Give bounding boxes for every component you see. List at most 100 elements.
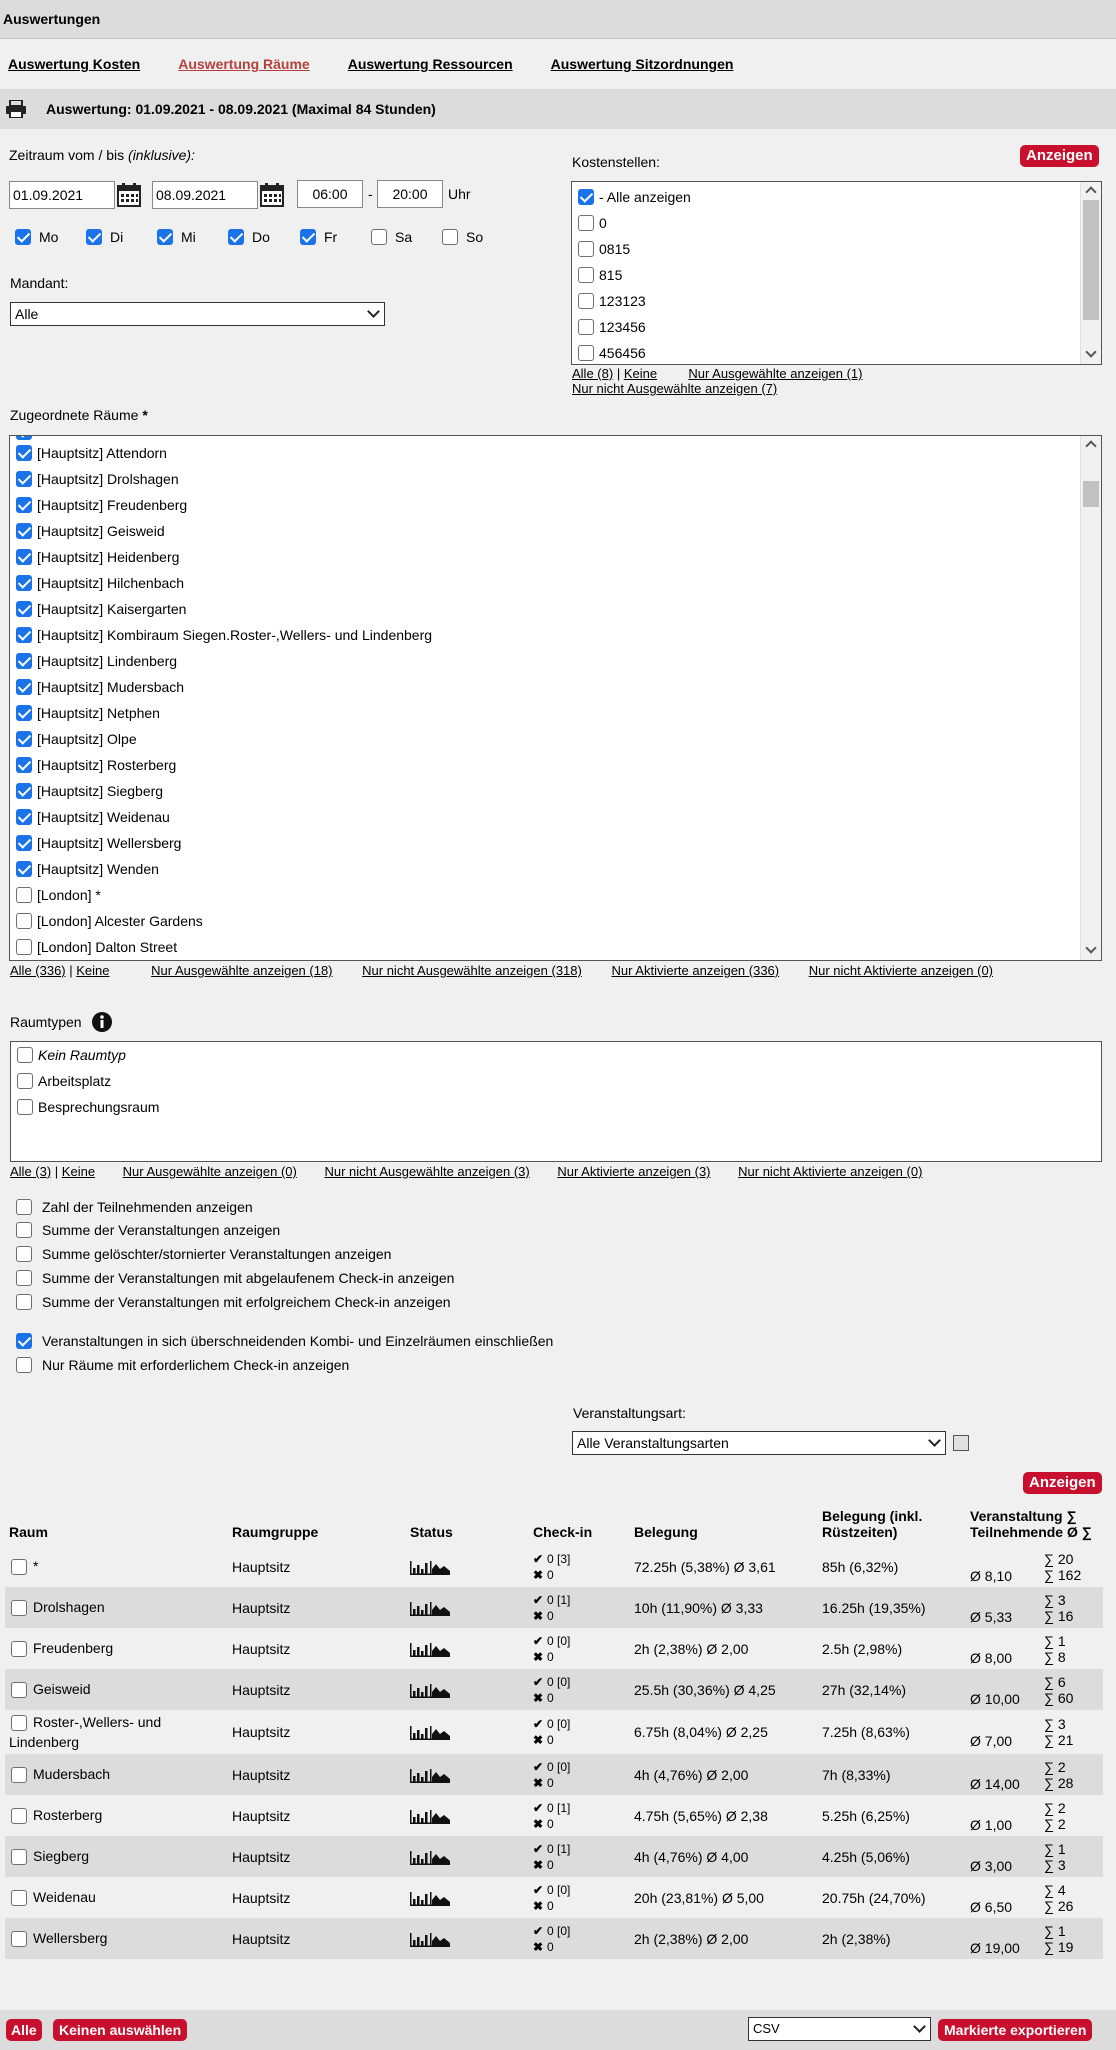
- checkbox[interactable]: [16, 1222, 32, 1238]
- to-time-input[interactable]: 20:00: [377, 180, 443, 208]
- calendar-icon[interactable]: [117, 183, 141, 207]
- list-item[interactable]: 0815: [572, 236, 1101, 262]
- checkbox[interactable]: [300, 229, 316, 245]
- row-checkbox[interactable]: [11, 1767, 27, 1784]
- tab-ressourcen[interactable]: Auswertung Ressourcen: [348, 56, 513, 72]
- cost-none-link[interactable]: Keine: [624, 366, 657, 381]
- checkbox[interactable]: [16, 653, 32, 669]
- list-item[interactable]: 0: [572, 210, 1101, 236]
- chevron-down-icon[interactable]: [1085, 942, 1097, 954]
- list-item[interactable]: [Hauptsitz] Hilchenbach: [10, 570, 1081, 596]
- list-item[interactable]: [Hauptsitz] Rosterberg: [10, 752, 1081, 778]
- row-checkbox[interactable]: [11, 1715, 27, 1732]
- checkbox[interactable]: [16, 835, 32, 851]
- option-required-checkin[interactable]: Nur Räume mit erforderlichem Check-in an…: [16, 1357, 349, 1373]
- rooms-all-link[interactable]: Alle (336): [10, 963, 66, 978]
- list-item[interactable]: 456456: [572, 340, 1101, 364]
- area-chart-icon[interactable]: [430, 1726, 450, 1741]
- checkbox[interactable]: [578, 241, 594, 257]
- checkbox[interactable]: [16, 1199, 32, 1215]
- checkbox[interactable]: [16, 445, 32, 461]
- area-chart-icon[interactable]: [430, 1601, 450, 1616]
- rooms-none-link[interactable]: Keine: [76, 963, 109, 978]
- bar-chart-icon[interactable]: [410, 1560, 430, 1575]
- checkbox[interactable]: [16, 523, 32, 539]
- scrollbar[interactable]: [1080, 182, 1101, 364]
- checkbox[interactable]: [86, 229, 102, 245]
- list-item[interactable]: [Hauptsitz] Wellersberg: [10, 830, 1081, 856]
- checkbox[interactable]: [17, 1099, 33, 1115]
- cost-all-link[interactable]: Alle (8): [572, 366, 613, 381]
- weekday-mi[interactable]: Mi: [157, 229, 196, 245]
- option-sum-expired-checkin[interactable]: Summe der Veranstaltungen mit abgelaufen…: [16, 1270, 454, 1286]
- roomtypes-all-link[interactable]: Alle (3): [10, 1164, 51, 1179]
- bar-chart-icon[interactable]: [410, 1932, 430, 1947]
- list-item[interactable]: Besprechungsraum: [11, 1094, 1101, 1120]
- weekday-do[interactable]: Do: [228, 229, 270, 245]
- select-all-button[interactable]: Alle: [6, 2019, 42, 2041]
- tab-kosten[interactable]: Auswertung Kosten: [8, 56, 140, 72]
- area-chart-icon[interactable]: [430, 1768, 450, 1783]
- export-format-select[interactable]: CSV: [748, 2017, 931, 2041]
- cost-selected-link[interactable]: Nur Ausgewählte anzeigen (1): [688, 366, 862, 381]
- show-table-button[interactable]: Anzeigen: [1023, 1472, 1102, 1494]
- rooms-deactivated-link[interactable]: Nur nicht Aktivierte anzeigen (0): [809, 963, 993, 978]
- chevron-down-icon[interactable]: [1085, 346, 1097, 358]
- list-item[interactable]: [Hauptsitz] Netphen: [10, 700, 1081, 726]
- tab-raeume[interactable]: Auswertung Räume: [178, 56, 309, 72]
- checkbox[interactable]: [16, 627, 32, 643]
- row-checkbox[interactable]: [11, 1600, 27, 1617]
- checkbox[interactable]: [16, 861, 32, 877]
- row-checkbox[interactable]: [11, 1641, 27, 1658]
- area-chart-icon[interactable]: [430, 1683, 450, 1698]
- show-cost-button[interactable]: Anzeigen: [1020, 145, 1099, 167]
- weekday-mo[interactable]: Mo: [15, 229, 58, 245]
- to-date-input[interactable]: 08.09.2021: [152, 181, 258, 209]
- list-item[interactable]: [Hauptsitz] Kaisergarten: [10, 596, 1081, 622]
- list-item[interactable]: Arbeitsplatz: [11, 1068, 1101, 1094]
- mandant-select[interactable]: Alle: [10, 302, 385, 326]
- export-button[interactable]: Markierte exportieren: [938, 2019, 1093, 2041]
- list-item[interactable]: [Hauptsitz] Geisweid: [10, 518, 1081, 544]
- option-sum-events[interactable]: Summe der Veranstaltungen anzeigen: [16, 1222, 280, 1238]
- row-checkbox[interactable]: [11, 1931, 27, 1948]
- list-item[interactable]: [Hauptsitz] Freudenberg: [10, 492, 1081, 518]
- checkbox[interactable]: [371, 229, 387, 245]
- list-item[interactable]: [Hauptsitz] Siegberg: [10, 778, 1081, 804]
- bar-chart-icon[interactable]: [410, 1768, 430, 1783]
- roomtypes-selected-link[interactable]: Nur Ausgewählte anzeigen (0): [123, 1164, 297, 1179]
- bar-chart-icon[interactable]: [410, 1850, 430, 1865]
- checkbox[interactable]: [578, 293, 594, 309]
- row-checkbox[interactable]: [11, 1682, 27, 1699]
- bar-chart-icon[interactable]: [410, 1726, 430, 1741]
- list-item[interactable]: [Hauptsitz] Heidenberg: [10, 544, 1081, 570]
- checkbox[interactable]: [16, 1294, 32, 1310]
- checkbox[interactable]: [16, 497, 32, 513]
- checkbox[interactable]: [17, 1047, 33, 1063]
- list-item[interactable]: 815: [572, 262, 1101, 288]
- from-time-input[interactable]: 06:00: [297, 180, 363, 208]
- checkbox[interactable]: [442, 229, 458, 245]
- checkbox[interactable]: [17, 1073, 33, 1089]
- info-icon[interactable]: [91, 1012, 112, 1032]
- list-item[interactable]: Kein Raumtyp: [11, 1042, 1101, 1068]
- option-sum-success-checkin[interactable]: Summe der Veranstaltungen mit erfolgreic…: [16, 1294, 451, 1310]
- checkbox[interactable]: [16, 809, 32, 825]
- area-chart-icon[interactable]: [430, 1932, 450, 1947]
- scrollbar-thumb[interactable]: [1083, 200, 1099, 320]
- color-swatch[interactable]: [953, 1435, 969, 1451]
- checkbox[interactable]: [16, 601, 32, 617]
- area-chart-icon[interactable]: [430, 1850, 450, 1865]
- chevron-up-icon[interactable]: [1085, 440, 1097, 452]
- rooms-activated-link[interactable]: Nur Aktivierte anzeigen (336): [611, 963, 779, 978]
- row-checkbox[interactable]: [11, 1808, 27, 1825]
- checkbox[interactable]: [16, 783, 32, 799]
- weekday-fr[interactable]: Fr: [300, 229, 337, 245]
- rooms-unselected-link[interactable]: Nur nicht Ausgewählte anzeigen (318): [362, 963, 582, 978]
- list-item[interactable]: [London] Dalton Street: [10, 934, 1081, 960]
- tab-sitzordnungen[interactable]: Auswertung Sitzordnungen: [551, 56, 734, 72]
- weekday-so[interactable]: So: [442, 229, 483, 245]
- checkbox[interactable]: [16, 887, 32, 903]
- list-item[interactable]: [Hauptsitz] Drolshagen: [10, 466, 1081, 492]
- checkbox[interactable]: [16, 939, 32, 955]
